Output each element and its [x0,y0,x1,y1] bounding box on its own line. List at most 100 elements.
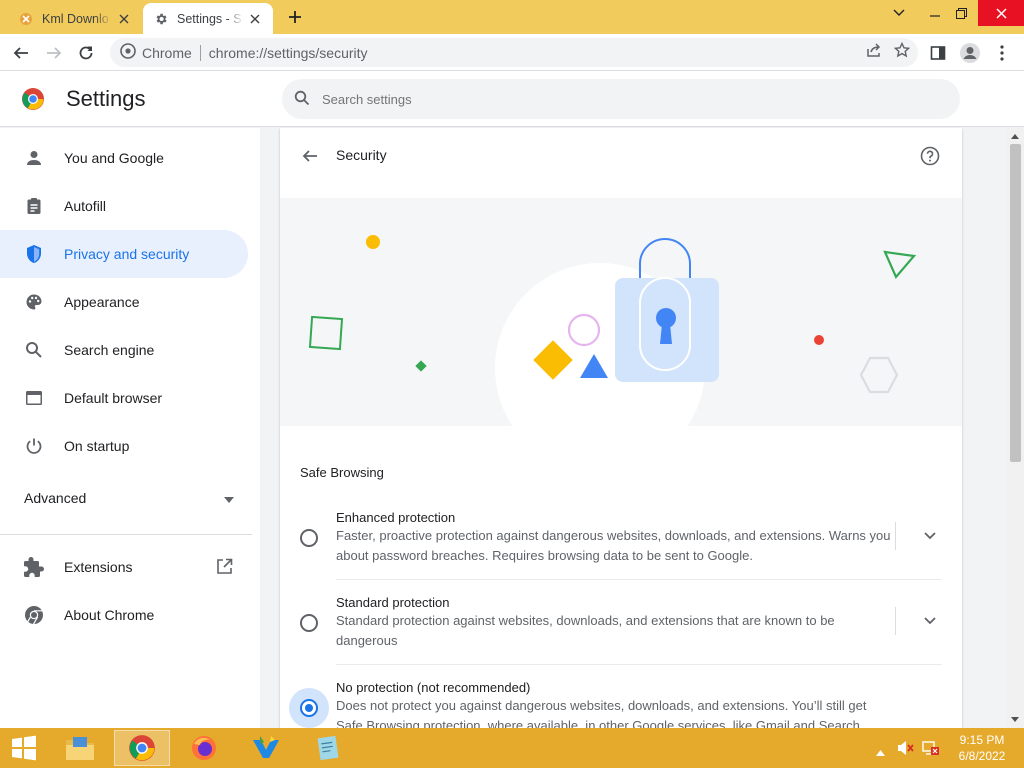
url-text[interactable]: chrome://settings/security [209,45,368,61]
power-icon [24,436,44,456]
search-icon [294,90,310,109]
browser-toolbar: Chrome chrome://settings/security [0,34,1024,71]
chevron-down-icon[interactable] [918,524,942,548]
open-in-new-icon [216,558,233,578]
windows-taskbar: 9:15 PM 6/8/2022 [0,728,1024,768]
safe-browsing-heading: Safe Browsing [300,465,384,480]
help-icon [920,146,940,166]
tab-title: Settings - Se [177,11,243,26]
sidebar-item-you-and-google[interactable]: You and Google [0,134,248,182]
volume-muted-icon[interactable] [897,740,915,759]
minimize-icon [930,15,940,17]
restore-icon [955,7,967,19]
clock-time: 9:15 PM [959,733,1005,747]
tab-kml-download[interactable]: Kml Downlo [8,3,142,34]
scroll-thumb[interactable] [1010,144,1021,462]
close-window-button[interactable] [978,0,1024,26]
taskbar-firefox[interactable] [176,730,232,766]
close-icon [995,7,1007,19]
kml-favicon-icon [18,11,34,27]
close-icon[interactable] [116,11,132,27]
security-card: Security Safe Browsing Enhanced protecti… [280,128,962,728]
no-protection-radio[interactable] [300,699,318,717]
sidebar-item-on-startup[interactable]: On startup [0,422,248,470]
system-clock[interactable]: 9:15 PM 6/8/2022 [952,732,1012,764]
firefox-icon [192,736,216,760]
sidebar-advanced-toggle[interactable]: Advanced [24,490,234,506]
option-separator [895,607,896,635]
side-panel-button[interactable] [925,40,951,66]
person-icon [24,148,44,168]
sidebar-item-appearance[interactable]: Appearance [0,278,248,326]
advanced-label: Advanced [24,490,87,506]
option-title: Standard protection [336,595,450,610]
chevron-down-icon[interactable] [918,609,942,633]
option-title: Enhanced protection [336,510,456,525]
sidebar-item-label: Privacy and security [64,246,190,262]
option-divider [336,664,942,665]
profile-button[interactable] [957,40,983,66]
browser-icon [24,388,44,408]
avatar-icon [960,43,980,63]
share-icon[interactable] [866,42,882,61]
restore-button[interactable] [944,0,978,26]
sidebar-item-label: About Chrome [64,607,155,623]
back-button[interactable] [8,40,34,66]
taskbar-chrome[interactable] [114,730,170,766]
back-arrow-button[interactable] [298,144,322,168]
sidebar-item-label: Default browser [64,390,163,406]
arrow-left-icon [302,150,317,162]
page-scrollbar[interactable] [1006,128,1024,728]
option-separator [895,522,896,550]
chrome-logo-icon [21,87,45,111]
gear-icon [153,11,169,27]
omnibox-separator [199,44,201,61]
standard-protection-radio[interactable] [300,614,318,632]
sidebar-item-label: Autofill [64,198,107,214]
windows-logo-icon [12,735,36,761]
taskbar-app[interactable] [238,730,294,766]
page-title: Settings [66,86,146,111]
sidebar-item-about-chrome[interactable]: About Chrome [0,591,248,639]
help-button[interactable] [918,144,942,168]
scroll-up-arrow-icon[interactable] [1010,131,1020,141]
sidebar-item-label: Appearance [64,294,140,310]
sidebar-item-label: On startup [64,438,130,454]
side-panel-icon [930,46,946,60]
option-description: Faster, proactive protection against dan… [336,528,891,563]
sidebar-item-default-browser[interactable]: Default browser [0,374,248,422]
reload-icon [79,46,93,60]
option-title: No protection (not recommended) [336,680,531,695]
bookmark-star-icon[interactable] [893,41,911,61]
sidebar-item-search-engine[interactable]: Search engine [0,326,248,374]
address-bar[interactable]: Chrome chrome://settings/security [110,38,918,67]
search-icon [24,340,44,360]
arrow-left-icon [13,47,28,59]
site-label: Chrome [142,44,192,61]
sidebar-item-extensions[interactable]: Extensions [0,543,248,591]
taskbar-notepad[interactable] [300,730,356,766]
tab-search-button[interactable] [882,0,916,26]
option-description: Does not protect you against dangerous w… [336,698,867,728]
plus-icon [289,11,301,23]
search-settings-field[interactable] [282,79,960,119]
reload-button[interactable] [73,40,99,66]
sidebar-item-privacy-and-security[interactable]: Privacy and security [0,230,248,278]
new-tab-button[interactable] [284,6,306,28]
taskbar-file-explorer[interactable] [52,730,108,766]
show-hidden-icons-icon[interactable] [876,744,885,759]
chevron-down-icon [893,9,905,16]
tab-settings[interactable]: Settings - Se [143,3,273,34]
more-vert-icon [1000,45,1004,61]
forward-button[interactable] [41,40,67,66]
enhanced-protection-radio[interactable] [300,529,318,547]
start-button[interactable] [0,730,48,766]
palette-icon [24,292,44,312]
network-error-icon[interactable] [922,740,940,759]
sidebar-item-autofill[interactable]: Autofill [0,182,248,230]
sidebar-item-label: You and Google [64,150,164,166]
scroll-down-arrow-icon[interactable] [1010,714,1020,724]
close-icon[interactable] [247,11,263,27]
search-settings-input[interactable] [322,91,922,107]
menu-button[interactable] [989,40,1015,66]
